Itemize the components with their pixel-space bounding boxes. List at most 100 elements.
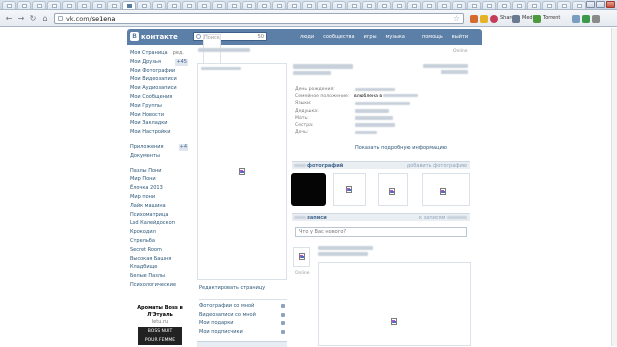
post-image[interactable]: [318, 262, 471, 346]
maximize-button[interactable]: [596, 1, 605, 8]
sidebar-app-item[interactable]: Secret Room: [130, 246, 190, 255]
post-author-avatar[interactable]: [293, 247, 310, 267]
sidebar-app-item[interactable]: Психологические: [130, 281, 190, 290]
browser-tab[interactable]: [332, 1, 346, 9]
photo-thumbnail[interactable]: [333, 173, 366, 206]
browser-tab[interactable]: [182, 1, 196, 9]
address-bar[interactable]: vk.com/se1ena ☆: [54, 13, 464, 24]
photo-thumbnail[interactable]: [378, 173, 408, 206]
browser-tab[interactable]: [227, 1, 241, 9]
extension-icon[interactable]: [480, 14, 488, 23]
close-window-button[interactable]: [606, 1, 615, 8]
sidebar-item-messages[interactable]: Мои Сообщения: [130, 93, 190, 102]
extension-icon[interactable]: [572, 14, 580, 23]
edit-link[interactable]: ред.: [173, 49, 184, 58]
sidebar-item-bookmarks[interactable]: Мои Закладки: [130, 119, 190, 128]
sidebar-app-item[interactable]: Ёлочка 2013: [130, 184, 190, 193]
back-button[interactable]: ←: [5, 14, 13, 23]
browser-tab[interactable]: [107, 1, 121, 9]
new-tab-button[interactable]: [572, 1, 586, 9]
sidebar-app-item[interactable]: Кладбище: [130, 263, 190, 272]
profile-link-photos-with-me[interactable]: Фотографии со мной: [199, 302, 287, 311]
browser-tab[interactable]: [137, 1, 151, 9]
browser-tab[interactable]: [257, 1, 271, 9]
browser-tab[interactable]: [422, 1, 436, 9]
nav-logout[interactable]: выйти: [452, 34, 468, 40]
search-input[interactable]: Поиск 50: [193, 32, 267, 67]
browser-tab[interactable]: [527, 1, 541, 9]
forward-button[interactable]: →: [17, 14, 25, 23]
sidebar-ad[interactable]: Ароматы Boss в Л'Этуаль letu.ru BOSS NUI…: [130, 305, 190, 345]
nav-games[interactable]: игры: [364, 34, 377, 40]
browser-tab[interactable]: [2, 1, 16, 9]
sidebar-app-item[interactable]: Мир Пони: [130, 175, 190, 184]
browser-tab[interactable]: [17, 1, 31, 9]
profile-link-videos-with-me[interactable]: Видеозаписи со мной: [199, 311, 287, 320]
sidebar-item-settings[interactable]: Мои Настройки: [130, 128, 190, 137]
relationship-partner-link[interactable]: [383, 93, 419, 98]
photo-thumbnail[interactable]: [291, 173, 326, 206]
wrench-icon[interactable]: [592, 14, 600, 23]
browser-tab-active[interactable]: [122, 1, 136, 9]
browser-tab[interactable]: [557, 1, 571, 9]
nav-communities[interactable]: сообщества: [323, 34, 354, 40]
minimize-button[interactable]: [586, 1, 595, 8]
browser-tab[interactable]: [272, 1, 286, 9]
photo-thumbnail[interactable]: [422, 173, 470, 206]
edit-page-link[interactable]: Редактировать страницу: [199, 285, 265, 291]
vk-logo[interactable]: В контакте: [130, 32, 178, 41]
nav-people[interactable]: люди: [300, 34, 314, 40]
browser-tab[interactable]: [317, 1, 331, 9]
browser-tab[interactable]: [467, 1, 481, 9]
browser-tab[interactable]: [497, 1, 511, 9]
sidebar-item-news[interactable]: Мои Новости: [130, 111, 190, 120]
sidebar-item-videos[interactable]: Мои Видеозаписи: [130, 75, 190, 84]
sidebar-app-item[interactable]: Психоматрица: [130, 211, 190, 220]
share-extension[interactable]: Share: [490, 14, 514, 23]
wall-post-input[interactable]: Что у Вас нового?: [295, 227, 467, 237]
browser-tab[interactable]: [392, 1, 406, 9]
sidebar-app-item[interactable]: Лайк машина: [130, 202, 190, 211]
sidebar-app-item[interactable]: Мир пони: [130, 193, 190, 202]
browser-tab[interactable]: [302, 1, 316, 9]
sidebar-app-item[interactable]: Lsd Калейдоскоп: [130, 219, 190, 228]
photos-section-header[interactable]: фотографий добавить фотографию: [292, 161, 470, 169]
browser-tab[interactable]: [377, 1, 391, 9]
browser-tab[interactable]: [77, 1, 91, 9]
torrent-extension[interactable]: Torrent: [533, 14, 560, 23]
browser-tab[interactable]: [212, 1, 226, 9]
page-scrollbar[interactable]: [611, 28, 617, 346]
sidebar-app-item[interactable]: Стрельба: [130, 237, 190, 246]
browser-tab[interactable]: [242, 1, 256, 9]
reload-button[interactable]: ↻: [29, 14, 37, 23]
browser-tab[interactable]: [512, 1, 526, 9]
browser-tab[interactable]: [347, 1, 361, 9]
sidebar-item-apps[interactable]: Приложения +4: [130, 143, 190, 152]
sidebar-item-my-page[interactable]: Моя Страница ред.: [130, 49, 190, 58]
browser-tab[interactable]: [452, 1, 466, 9]
to-posts-link[interactable]: к записям: [419, 215, 467, 221]
profile-avatar[interactable]: [197, 63, 287, 280]
sidebar-app-item[interactable]: Высокая Башня: [130, 255, 190, 264]
extension-icon[interactable]: [470, 14, 478, 23]
wall-section-header[interactable]: записи к записям: [292, 213, 470, 221]
browser-tab[interactable]: [47, 1, 61, 9]
show-full-info-link[interactable]: Показать подробную информацию: [355, 145, 447, 151]
sidebar-app-item[interactable]: Белые Пазлы: [130, 272, 190, 281]
home-button[interactable]: ⌂: [41, 14, 49, 23]
browser-tab[interactable]: [542, 1, 556, 9]
browser-tab[interactable]: [287, 1, 301, 9]
profile-link-gifts[interactable]: Мои подарки: [199, 319, 287, 328]
browser-tab[interactable]: [92, 1, 106, 9]
add-photo-link[interactable]: добавить фотографию: [407, 163, 467, 169]
browser-tab[interactable]: [407, 1, 421, 9]
browser-tab[interactable]: [437, 1, 451, 9]
sidebar-item-audio[interactable]: Мои Аудиозаписи: [130, 84, 190, 93]
profile-link-subscribers[interactable]: Мои подписчики: [199, 328, 287, 337]
nav-music[interactable]: музыка: [386, 34, 405, 40]
browser-tab[interactable]: [32, 1, 46, 9]
extension-icon[interactable]: [582, 14, 590, 23]
browser-tab[interactable]: [167, 1, 181, 9]
browser-tab[interactable]: [482, 1, 496, 9]
browser-tab[interactable]: [152, 1, 166, 9]
